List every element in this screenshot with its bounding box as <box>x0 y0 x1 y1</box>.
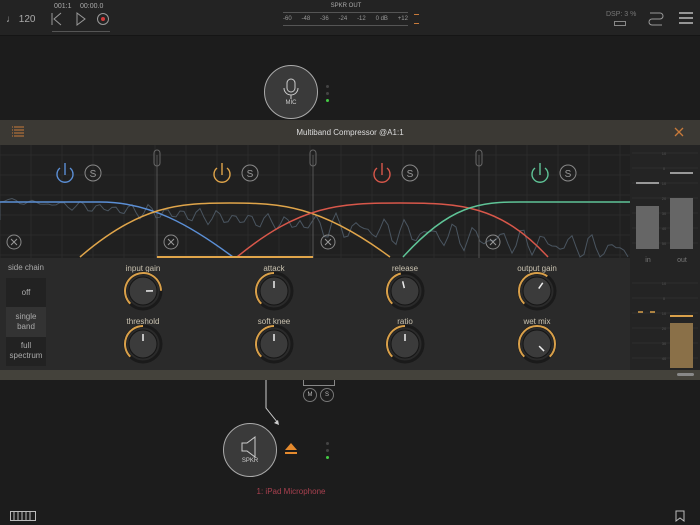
output-meter: -60 -48 -36 -24 -12 0 dB +12 <box>283 12 408 26</box>
tick: -12 <box>357 16 366 22</box>
tick: -36 <box>320 16 329 22</box>
in-level <box>636 206 659 249</box>
controls-panel: side chain off single band full spectrum i… <box>0 258 630 370</box>
level-meters: 10010203040501001020304050inout <box>630 145 700 376</box>
in-label: in <box>645 257 651 264</box>
time: 00:00.0 <box>80 3 104 10</box>
meter-scale-label: 40 <box>662 226 667 231</box>
meter-scale-label: 40 <box>662 356 667 361</box>
mic-node[interactable]: MIC <box>264 65 318 119</box>
solo-label: S <box>407 169 414 180</box>
power-icon[interactable] <box>56 163 74 183</box>
knob[interactable] <box>390 276 420 306</box>
out-peak <box>670 172 693 174</box>
out-label: out <box>677 257 687 264</box>
microphone-icon <box>283 78 299 99</box>
close-icon <box>167 238 175 246</box>
mute-button[interactable]: M <box>303 388 317 402</box>
band-curve[interactable] <box>236 202 549 258</box>
bookmark-icon[interactable] <box>675 510 685 522</box>
speaker-icon <box>241 436 256 458</box>
meter-scale-label: 50 <box>662 241 667 246</box>
transport-bar: ♩ 120 001:1 00:00.0 SPKR OUT -60 -48 -36 -2… <box>0 0 700 36</box>
in-peak <box>636 182 659 184</box>
tick: 0 dB <box>375 16 388 22</box>
tick: +12 <box>397 16 408 22</box>
tick: -48 <box>301 16 311 22</box>
resize-handle[interactable] <box>677 373 694 376</box>
record-icon[interactable] <box>97 13 109 25</box>
tempo[interactable]: ♩ 120 <box>6 14 35 25</box>
connection-cable <box>265 380 279 425</box>
keyboard-icon[interactable] <box>10 511 36 521</box>
power-icon[interactable] <box>373 163 391 183</box>
meter-scale-label: 20 <box>662 196 667 201</box>
eject-icon[interactable] <box>284 442 298 456</box>
dsp-load: DSP: 3 % <box>606 11 637 18</box>
tick: -24 <box>338 16 348 22</box>
tick: -60 <box>283 16 292 22</box>
close-icon <box>324 238 332 246</box>
close-icon <box>10 238 18 246</box>
transport-controls <box>51 12 109 26</box>
band-graph[interactable]: SSSS <box>0 145 630 258</box>
speaker-node[interactable]: SPKR <box>223 423 277 477</box>
gain-reduction-level <box>670 323 693 368</box>
plugin-titlebar: Multiband Compressor @A1:1 <box>0 120 700 145</box>
solo-label: S <box>565 169 572 180</box>
band-curve[interactable] <box>79 202 391 258</box>
input-device-name[interactable]: 1: iPad Microphone <box>231 487 351 496</box>
battery-icon <box>614 21 626 26</box>
meter-scale-label: 10 <box>662 151 667 156</box>
knob[interactable] <box>522 276 552 306</box>
power-icon[interactable] <box>531 163 549 183</box>
meter-scale-label: 30 <box>662 211 667 216</box>
solo-label: S <box>90 169 97 180</box>
plugin-window: Multiband Compressor @A1:1 S S S S side cha… <box>0 120 700 380</box>
meter-scale-label: 10 <box>662 281 667 286</box>
meter-scale-label: 10 <box>662 181 667 186</box>
knob[interactable] <box>522 329 552 359</box>
meter-scale-label: 30 <box>662 341 667 346</box>
gr-peak <box>670 315 693 317</box>
plugin-footer <box>0 370 700 380</box>
meter-scale-label: 20 <box>662 326 667 331</box>
position: 001:1 <box>54 3 72 10</box>
speaker-label: SPKR <box>241 458 259 464</box>
out-level <box>670 198 693 249</box>
spectrum-trace <box>0 197 629 258</box>
mic-label: MIC <box>285 100 297 106</box>
meter-title: SPKR OUT <box>330 3 362 9</box>
menu-icon[interactable] <box>679 12 693 24</box>
solo-label: S <box>247 169 254 180</box>
rewind-icon[interactable] <box>51 12 62 26</box>
meter-scale-label: 10 <box>662 311 667 316</box>
channel-bracket <box>303 380 335 386</box>
close-icon[interactable] <box>674 127 684 137</box>
play-icon[interactable] <box>76 12 86 26</box>
power-icon[interactable] <box>213 163 231 183</box>
plugin-title: Multiband Compressor @A1:1 <box>296 128 404 137</box>
routing-icon[interactable] <box>648 10 664 26</box>
solo-button[interactable]: S <box>320 388 334 402</box>
